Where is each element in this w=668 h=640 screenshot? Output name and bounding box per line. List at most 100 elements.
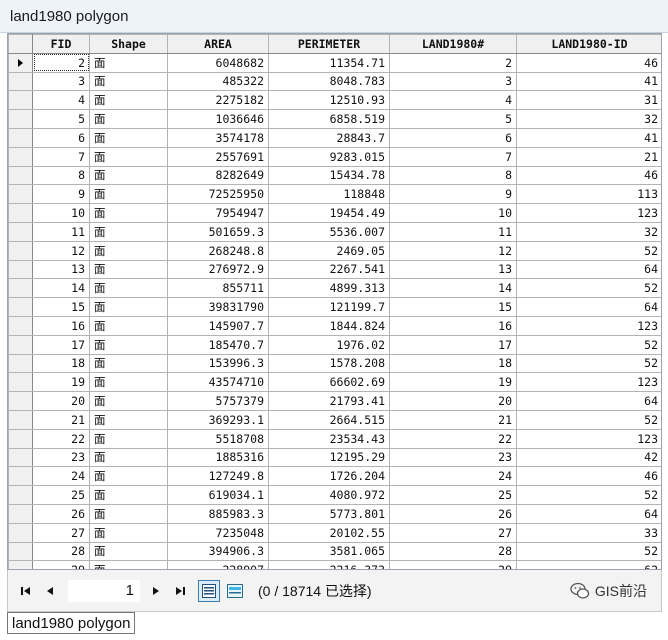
table-row[interactable]: 7 面 2557691 9283.015 7 21 [8,146,661,167]
row-selector[interactable] [8,221,33,242]
cell-area[interactable]: 72525950 [167,184,269,205]
cell-perimeter[interactable]: 1976.02 [268,334,390,355]
cell-fid[interactable]: 12 [32,240,90,261]
cell-land1980-num[interactable]: 6 [389,127,517,148]
cell-perimeter[interactable]: 2469.05 [268,240,390,261]
cell-fid[interactable]: 6 [32,127,90,148]
cell-area[interactable]: 6048682 [167,52,269,73]
row-selector[interactable] [8,372,33,393]
cell-shape[interactable]: 面 [89,259,168,280]
cell-land1980-id[interactable]: 41 [516,71,661,92]
table-row[interactable]: 3 面 485322 8048.783 3 41 [8,71,661,92]
cell-perimeter[interactable]: 121199.7 [268,297,390,317]
cell-land1980-id[interactable]: 46 [516,165,661,186]
cell-perimeter[interactable]: 1726.204 [268,466,390,487]
cell-perimeter[interactable]: 23534.43 [268,428,390,449]
cell-shape[interactable]: 面 [89,315,168,336]
cell-land1980-num[interactable]: 29 [389,560,517,569]
cell-fid[interactable]: 26 [32,503,90,524]
cell-land1980-num[interactable]: 23 [389,447,517,468]
row-selector[interactable] [8,353,33,374]
table-row[interactable]: 9 面 72525950 118848 9 113 [8,184,661,205]
table-row[interactable]: 25 面 619034.1 4080.972 25 52 [8,485,661,505]
cell-fid[interactable]: 2 [32,52,90,73]
row-selector[interactable] [8,259,33,280]
cell-shape[interactable]: 面 [89,372,168,393]
cell-land1980-id[interactable]: 64 [516,297,661,317]
cell-shape[interactable]: 面 [89,541,168,562]
cell-fid[interactable]: 10 [32,203,90,223]
cell-land1980-num[interactable]: 11 [389,221,517,242]
row-selector[interactable] [8,278,33,299]
cell-fid[interactable]: 7 [32,146,90,167]
cell-fid[interactable]: 20 [32,391,90,411]
cell-perimeter[interactable]: 12195.29 [268,447,390,468]
cell-shape[interactable]: 面 [89,409,168,430]
show-all-records-button[interactable] [198,579,220,602]
row-selector[interactable] [8,146,33,167]
cell-land1980-id[interactable]: 46 [516,52,661,73]
cell-fid[interactable]: 17 [32,334,90,355]
select-all-corner[interactable] [8,34,33,54]
cell-land1980-id[interactable]: 21 [516,146,661,167]
column-header-area[interactable]: AREA [167,34,269,54]
cell-area[interactable]: 1885316 [167,447,269,468]
current-record-input[interactable]: 1 [68,579,140,602]
table-row[interactable]: 26 面 885983.3 5773.801 26 64 [8,503,661,524]
cell-area[interactable]: 7235048 [167,522,269,543]
cell-area[interactable]: 268248.8 [167,240,269,261]
table-row[interactable]: 11 面 501659.3 5536.007 11 32 [8,221,661,242]
cell-area[interactable]: 185470.7 [167,334,269,355]
cell-land1980-id[interactable]: 52 [516,240,661,261]
cell-land1980-num[interactable]: 7 [389,146,517,167]
column-header-shape[interactable]: Shape [89,34,168,54]
cell-land1980-id[interactable]: 64 [516,259,661,280]
cell-perimeter[interactable]: 20102.55 [268,522,390,543]
cell-fid[interactable]: 19 [32,372,90,393]
cell-fid[interactable]: 28 [32,541,90,562]
row-selector[interactable] [8,541,33,562]
cell-area[interactable]: 145907.7 [167,315,269,336]
table-row[interactable]: 8 面 8282649 15434.78 8 46 [8,165,661,186]
cell-fid[interactable]: 9 [32,184,90,205]
cell-perimeter[interactable]: 66602.69 [268,372,390,393]
cell-perimeter[interactable]: 1844.824 [268,315,390,336]
cell-fid[interactable]: 23 [32,447,90,468]
row-selector[interactable] [8,71,33,92]
table-row[interactable]: 14 面 855711 4899.313 14 52 [8,278,661,299]
cell-area[interactable]: 2275182 [167,90,269,111]
cell-area[interactable]: 3574178 [167,127,269,148]
cell-land1980-num[interactable]: 5 [389,109,517,129]
cell-area[interactable]: 7954947 [167,203,269,223]
cell-land1980-id[interactable]: 123 [516,315,661,336]
table-row[interactable]: 15 面 39831790 121199.7 15 64 [8,297,661,317]
cell-shape[interactable]: 面 [89,165,168,186]
row-selector[interactable] [8,109,33,129]
cell-fid[interactable]: 21 [32,409,90,430]
cell-perimeter[interactable]: 5536.007 [268,221,390,242]
cell-land1980-num[interactable]: 8 [389,165,517,186]
table-row[interactable]: 17 面 185470.7 1976.02 17 52 [8,334,661,355]
cell-land1980-num[interactable]: 13 [389,259,517,280]
cell-perimeter[interactable]: 6858.519 [268,109,390,129]
cell-land1980-id[interactable]: 33 [516,522,661,543]
cell-fid[interactable]: 29 [32,560,90,569]
cell-land1980-id[interactable]: 64 [516,391,661,411]
cell-shape[interactable]: 面 [89,109,168,129]
cell-shape[interactable]: 面 [89,184,168,205]
column-header-land1980-num[interactable]: LAND1980# [389,34,517,54]
cell-land1980-num[interactable]: 15 [389,297,517,317]
cell-land1980-id[interactable]: 32 [516,109,661,129]
cell-perimeter[interactable]: 12510.93 [268,90,390,111]
cell-land1980-id[interactable]: 52 [516,485,661,505]
cell-perimeter[interactable]: 2267.541 [268,259,390,280]
cell-shape[interactable]: 面 [89,278,168,299]
last-record-button[interactable] [170,580,190,602]
row-selector[interactable] [8,334,33,355]
table-row[interactable]: 20 面 5757379 21793.41 20 64 [8,391,661,411]
column-header-perimeter[interactable]: PERIMETER [268,34,390,54]
cell-shape[interactable]: 面 [89,428,168,449]
cell-shape[interactable]: 面 [89,127,168,148]
row-selector[interactable] [8,127,33,148]
table-row[interactable]: 23 面 1885316 12195.29 23 42 [8,447,661,468]
